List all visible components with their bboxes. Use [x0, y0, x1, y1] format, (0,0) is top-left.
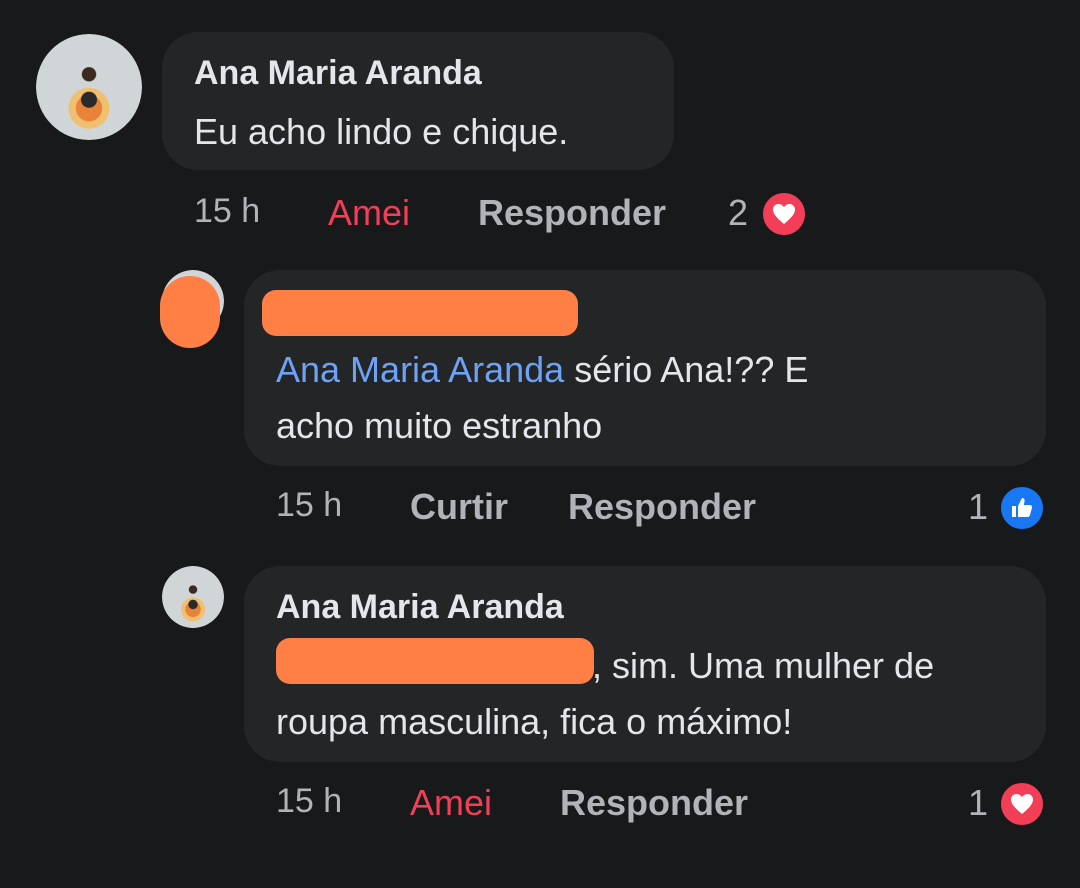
- like-icon[interactable]: [998, 484, 1046, 532]
- reaction-count[interactable]: 2: [728, 192, 748, 234]
- heart-icon[interactable]: [760, 190, 808, 238]
- redacted-mention: [276, 638, 594, 684]
- reply-bubble[interactable]: Ana Maria Aranda sério Ana!?? E acho mui…: [244, 270, 1046, 466]
- avatar-image: [162, 566, 224, 628]
- comment-time[interactable]: 15 h: [194, 192, 260, 231]
- comment-text: Eu acho lindo e chique.: [194, 111, 569, 152]
- heart-icon[interactable]: [998, 780, 1046, 828]
- avatar-image: [36, 34, 142, 140]
- avatar[interactable]: [162, 566, 224, 628]
- avatar[interactable]: [36, 34, 142, 140]
- reply-text-line-1: , sim. Uma mulher de: [592, 645, 935, 686]
- redacted-author-name: [262, 290, 578, 336]
- comment-author[interactable]: Ana Maria Aranda: [194, 54, 482, 93]
- comment-time[interactable]: 15 h: [276, 486, 342, 525]
- love-reaction-button[interactable]: Amei: [410, 782, 492, 824]
- reply-button[interactable]: Responder: [478, 192, 666, 234]
- reply-button[interactable]: Responder: [568, 486, 756, 528]
- comment-author[interactable]: Ana Maria Aranda: [276, 588, 564, 627]
- reply-text: sério Ana!?? E: [564, 349, 809, 390]
- love-reaction-button[interactable]: Amei: [328, 192, 410, 234]
- mention-link[interactable]: Ana Maria Aranda: [276, 349, 564, 390]
- comment-bubble[interactable]: Ana Maria Aranda Eu acho lindo e chique.: [162, 32, 674, 170]
- reaction-count[interactable]: 1: [968, 782, 988, 824]
- reply-button[interactable]: Responder: [560, 782, 748, 824]
- like-button[interactable]: Curtir: [410, 486, 508, 528]
- reply-bubble[interactable]: Ana Maria Aranda , sim. Uma mulher de ro…: [244, 566, 1046, 762]
- redacted-avatar: [160, 276, 220, 348]
- reply-text-line-1: Ana Maria Aranda sério Ana!?? E: [276, 342, 808, 398]
- reaction-count[interactable]: 1: [968, 486, 988, 528]
- reply-text-line-2: roupa masculina, fica o máximo!: [276, 701, 793, 742]
- comment-time[interactable]: 15 h: [276, 782, 342, 821]
- reply-text-line-2: acho muito estranho: [276, 405, 603, 446]
